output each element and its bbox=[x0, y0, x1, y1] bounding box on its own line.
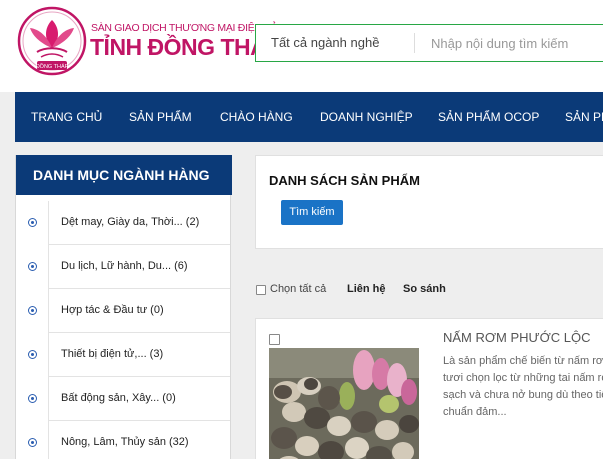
category-item[interactable]: Dệt may, Giày da, Thời... (2) bbox=[16, 201, 230, 245]
product-image[interactable] bbox=[269, 348, 419, 459]
nav-item-businesses[interactable]: DOANH NGHIỆP bbox=[320, 92, 413, 142]
product-name[interactable]: NẤM RƠM PHƯỚC LỘC bbox=[443, 330, 591, 345]
category-item[interactable]: Thiết bị điện tử,... (3) bbox=[16, 333, 230, 377]
category-item[interactable]: Hợp tác & Đầu tư (0) bbox=[16, 289, 230, 333]
category-sidebar: DANH MỤC NGÀNH HÀNG Dệt may, Giày da, Th… bbox=[15, 155, 232, 459]
category-label[interactable]: Bất động sản, Xây... (0) bbox=[61, 392, 176, 404]
bullet-icon bbox=[28, 394, 37, 403]
category-item[interactable]: Du lịch, Lữ hành, Du... (6) bbox=[16, 245, 230, 289]
nav-item-more[interactable]: SẢN PH bbox=[565, 92, 603, 142]
search-divider bbox=[414, 33, 415, 53]
divider bbox=[48, 201, 49, 245]
search-category-select[interactable]: Tất cả ngành nghề bbox=[256, 25, 414, 61]
product-checkbox[interactable] bbox=[269, 334, 280, 345]
bullet-icon bbox=[28, 438, 37, 447]
category-label[interactable]: Hợp tác & Đầu tư (0) bbox=[61, 304, 164, 316]
product-list-panel: DANH SÁCH SẢN PHẨM Tìm kiếm bbox=[255, 155, 603, 249]
compare-button[interactable]: So sánh bbox=[403, 283, 446, 295]
sidebar-title: DANH MỤC NGÀNH HÀNG bbox=[16, 155, 232, 195]
main-nav: TRANG CHỦ SẢN PHẨM CHÀO HÀNG DOANH NGHIỆ… bbox=[15, 92, 603, 142]
divider bbox=[48, 333, 49, 377]
category-label[interactable]: Thiết bị điện tử,... (3) bbox=[61, 348, 163, 360]
bullet-icon bbox=[28, 306, 37, 315]
nav-item-ocop-products[interactable]: SẢN PHẨM OCOP bbox=[438, 92, 539, 142]
search-input[interactable] bbox=[418, 27, 603, 59]
bullet-icon bbox=[28, 262, 37, 271]
logo-title[interactable]: TỈNH ĐỒNG THÁP bbox=[90, 34, 282, 61]
svg-text:ĐỒNG THÁP: ĐỒNG THÁP bbox=[36, 63, 69, 70]
product-description: Là sản phẩm chế biến từ nấm rơm tươi chọ… bbox=[443, 355, 603, 418]
select-all-label[interactable]: Chọn tất cả bbox=[270, 283, 326, 295]
logo-subtitle: SÀN GIAO DỊCH THƯƠNG MẠI ĐIỆN TỬ bbox=[91, 22, 279, 34]
bullet-icon bbox=[28, 218, 37, 227]
page-title: DANH SÁCH SẢN PHẨM bbox=[269, 173, 420, 188]
category-item[interactable]: Nông, Lâm, Thủy sản (32) bbox=[16, 421, 230, 459]
nav-item-home[interactable]: TRANG CHỦ bbox=[31, 92, 102, 142]
search-bar: Tất cả ngành nghề bbox=[255, 24, 603, 62]
category-label[interactable]: Du lịch, Lữ hành, Du... (6) bbox=[61, 260, 188, 272]
bullet-icon bbox=[28, 350, 37, 359]
divider bbox=[48, 289, 49, 333]
page: ĐỒNG THÁP SÀN GIAO DỊCH THƯƠNG MẠI ĐIỆN … bbox=[0, 0, 603, 459]
divider bbox=[48, 377, 49, 421]
nav-item-offers[interactable]: CHÀO HÀNG bbox=[220, 92, 293, 142]
site-header: ĐỒNG THÁP SÀN GIAO DỊCH THƯƠNG MẠI ĐIỆN … bbox=[0, 0, 603, 92]
select-all-checkbox[interactable] bbox=[256, 285, 266, 295]
contact-button[interactable]: Liên hệ bbox=[347, 283, 386, 295]
category-label[interactable]: Nông, Lâm, Thủy sản (32) bbox=[61, 436, 189, 448]
product-card: NẤM RƠM PHƯỚC LỘC Là sản phẩm chế biến t… bbox=[255, 318, 603, 459]
nav-item-products[interactable]: SẢN PHẨM bbox=[129, 92, 192, 142]
lotus-logo-icon[interactable]: ĐỒNG THÁP bbox=[17, 6, 87, 76]
search-button[interactable]: Tìm kiếm bbox=[281, 200, 343, 225]
category-item[interactable]: Bất động sản, Xây... (0) bbox=[16, 377, 230, 421]
category-label[interactable]: Dệt may, Giày da, Thời... (2) bbox=[61, 216, 199, 228]
divider bbox=[48, 421, 49, 459]
divider bbox=[48, 245, 49, 289]
